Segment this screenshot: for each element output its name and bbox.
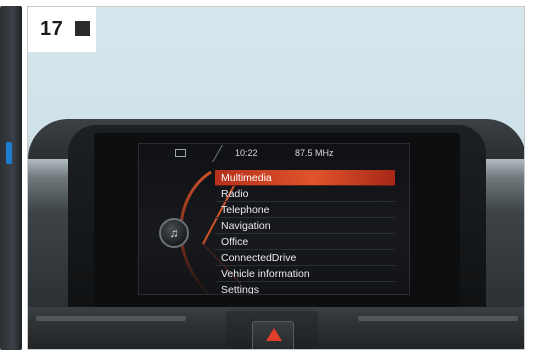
idrive-screen: 10:22 87.5 MHz ♫ Multimedia Radio Teleph… — [138, 143, 410, 295]
menu-item-multimedia[interactable]: Multimedia — [215, 170, 395, 186]
menu-item-navigation[interactable]: Navigation — [215, 218, 395, 234]
dashboard-photo: 10:22 87.5 MHz ♫ Multimedia Radio Teleph… — [27, 6, 525, 350]
menu-item-vehicle-information[interactable]: Vehicle information — [215, 266, 395, 282]
screen-mode-icon — [175, 149, 186, 157]
status-frequency: 87.5 MHz — [295, 148, 334, 158]
air-vent-right — [358, 316, 518, 321]
status-bar: 10:22 87.5 MHz — [139, 144, 409, 162]
main-menu: Multimedia Radio Telephone Navigation Of… — [215, 170, 395, 294]
menu-item-connecteddrive[interactable]: ConnectedDrive — [215, 250, 395, 266]
status-time: 10:22 — [235, 148, 258, 158]
menu-item-telephone[interactable]: Telephone — [215, 202, 395, 218]
hazard-warning-icon — [266, 328, 282, 341]
figure-square-icon — [75, 21, 90, 36]
music-note-icon: ♫ — [169, 226, 179, 240]
previous-figure-edge — [0, 6, 22, 350]
hazard-button[interactable] — [252, 321, 294, 349]
menu-item-office[interactable]: Office — [215, 234, 395, 250]
edge-accent — [6, 142, 12, 164]
figure-frame: 17 10:22 87.5 MHz ♫ Multimedia Radio Tel… — [0, 0, 541, 356]
air-vent-left — [36, 316, 186, 321]
menu-item-radio[interactable]: Radio — [215, 186, 395, 202]
figure-number: 17 — [40, 18, 64, 40]
status-divider — [212, 145, 223, 162]
multimedia-icon[interactable]: ♫ — [159, 218, 189, 248]
figure-badge: 17 — [28, 7, 96, 52]
menu-item-settings[interactable]: Settings — [215, 282, 395, 294]
